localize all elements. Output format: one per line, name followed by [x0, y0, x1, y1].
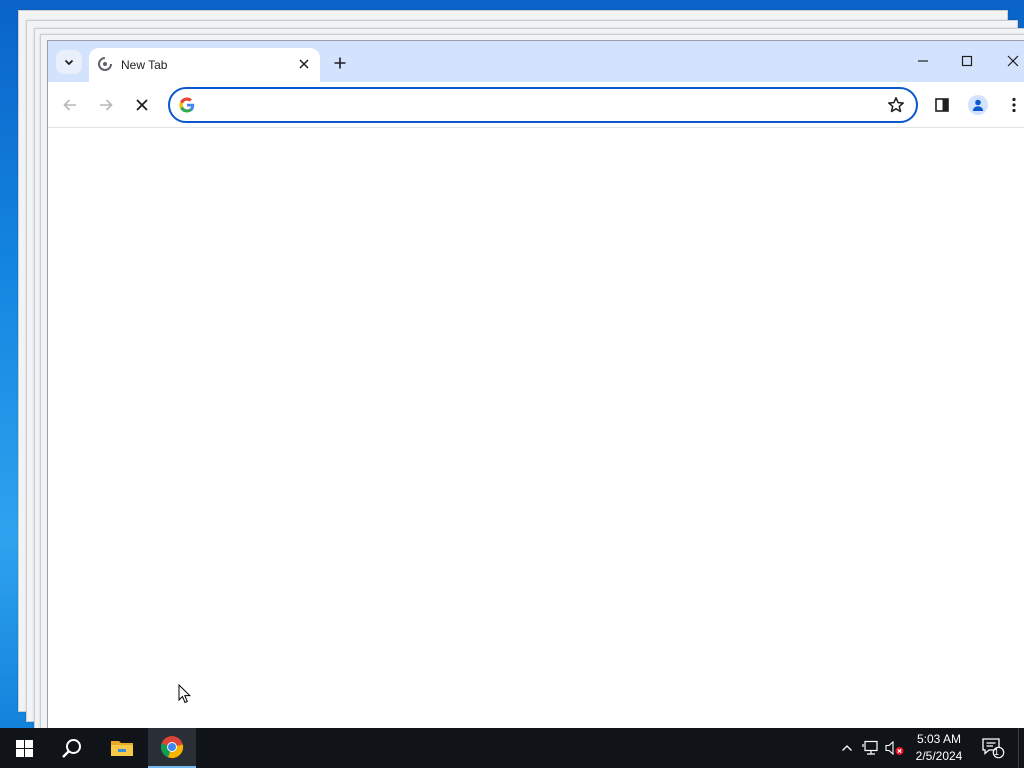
- minimize-button[interactable]: [906, 47, 940, 75]
- maximize-button[interactable]: [950, 47, 984, 75]
- star-outline-icon: [888, 97, 904, 113]
- close-icon: [299, 59, 309, 69]
- chrome-window: New Tab: [47, 40, 1024, 729]
- title-bar[interactable]: New Tab: [48, 41, 1024, 82]
- show-desktop-button[interactable]: [1018, 728, 1024, 768]
- file-explorer-button[interactable]: [98, 728, 146, 768]
- address-bar[interactable]: [168, 87, 918, 123]
- loading-spinner-icon: [98, 57, 112, 71]
- chevron-down-icon: [64, 59, 74, 66]
- desktop: New Tab: [0, 0, 1024, 736]
- plus-icon: [334, 57, 346, 69]
- profile-button[interactable]: [964, 91, 992, 119]
- notification-count-badge: 1: [993, 747, 999, 757]
- tab-title: New Tab: [121, 58, 168, 72]
- close-window-button[interactable]: [996, 47, 1024, 75]
- network-icon: [862, 740, 878, 755]
- forward-button[interactable]: [92, 91, 120, 119]
- volume-muted-icon: [885, 740, 904, 756]
- address-input[interactable]: [204, 93, 868, 117]
- maximize-icon: [961, 55, 973, 67]
- avatar: [968, 95, 988, 115]
- chevron-up-icon: [842, 745, 852, 751]
- arrow-left-icon: [63, 99, 76, 111]
- clock-time: 5:03 AM: [916, 732, 962, 746]
- side-panel-button[interactable]: [928, 91, 956, 119]
- toolbar: [48, 82, 1024, 128]
- menu-button[interactable]: [1000, 91, 1024, 119]
- page-content[interactable]: [48, 128, 1024, 729]
- chrome-taskbar-button[interactable]: [148, 728, 196, 768]
- tab-search-button[interactable]: [56, 50, 82, 74]
- system-clock[interactable]: 5:03 AM 2/5/2024: [912, 731, 966, 765]
- search-button[interactable]: [48, 728, 96, 768]
- new-tab-button[interactable]: [328, 51, 352, 75]
- stop-loading-button[interactable]: [128, 91, 156, 119]
- mouse-cursor-icon: [178, 684, 192, 704]
- action-center-button[interactable]: 1: [978, 728, 1008, 768]
- google-g-icon: [179, 97, 195, 113]
- search-icon: [62, 739, 81, 758]
- start-button[interactable]: [0, 728, 48, 768]
- clock-date: 2/5/2024: [915, 749, 963, 763]
- minimize-icon: [918, 60, 928, 62]
- person-icon: [972, 99, 984, 111]
- show-hidden-icons-button[interactable]: [838, 728, 856, 768]
- folder-icon: [111, 741, 133, 756]
- tab-close-button[interactable]: [296, 56, 312, 72]
- side-panel-icon: [935, 98, 949, 112]
- bookmark-button[interactable]: [886, 95, 906, 115]
- close-icon: [1007, 55, 1019, 67]
- volume-button[interactable]: [884, 728, 906, 768]
- back-button[interactable]: [56, 91, 84, 119]
- network-button[interactable]: [860, 728, 882, 768]
- three-dot-vertical-icon: [1012, 97, 1016, 113]
- chrome-icon: [160, 736, 184, 759]
- tab-new-tab[interactable]: New Tab: [89, 48, 320, 82]
- taskbar: 5:03 AM 2/5/2024 1: [0, 728, 1024, 768]
- windows-logo-icon: [15, 739, 33, 757]
- close-icon: [136, 99, 148, 111]
- arrow-right-icon: [100, 99, 113, 111]
